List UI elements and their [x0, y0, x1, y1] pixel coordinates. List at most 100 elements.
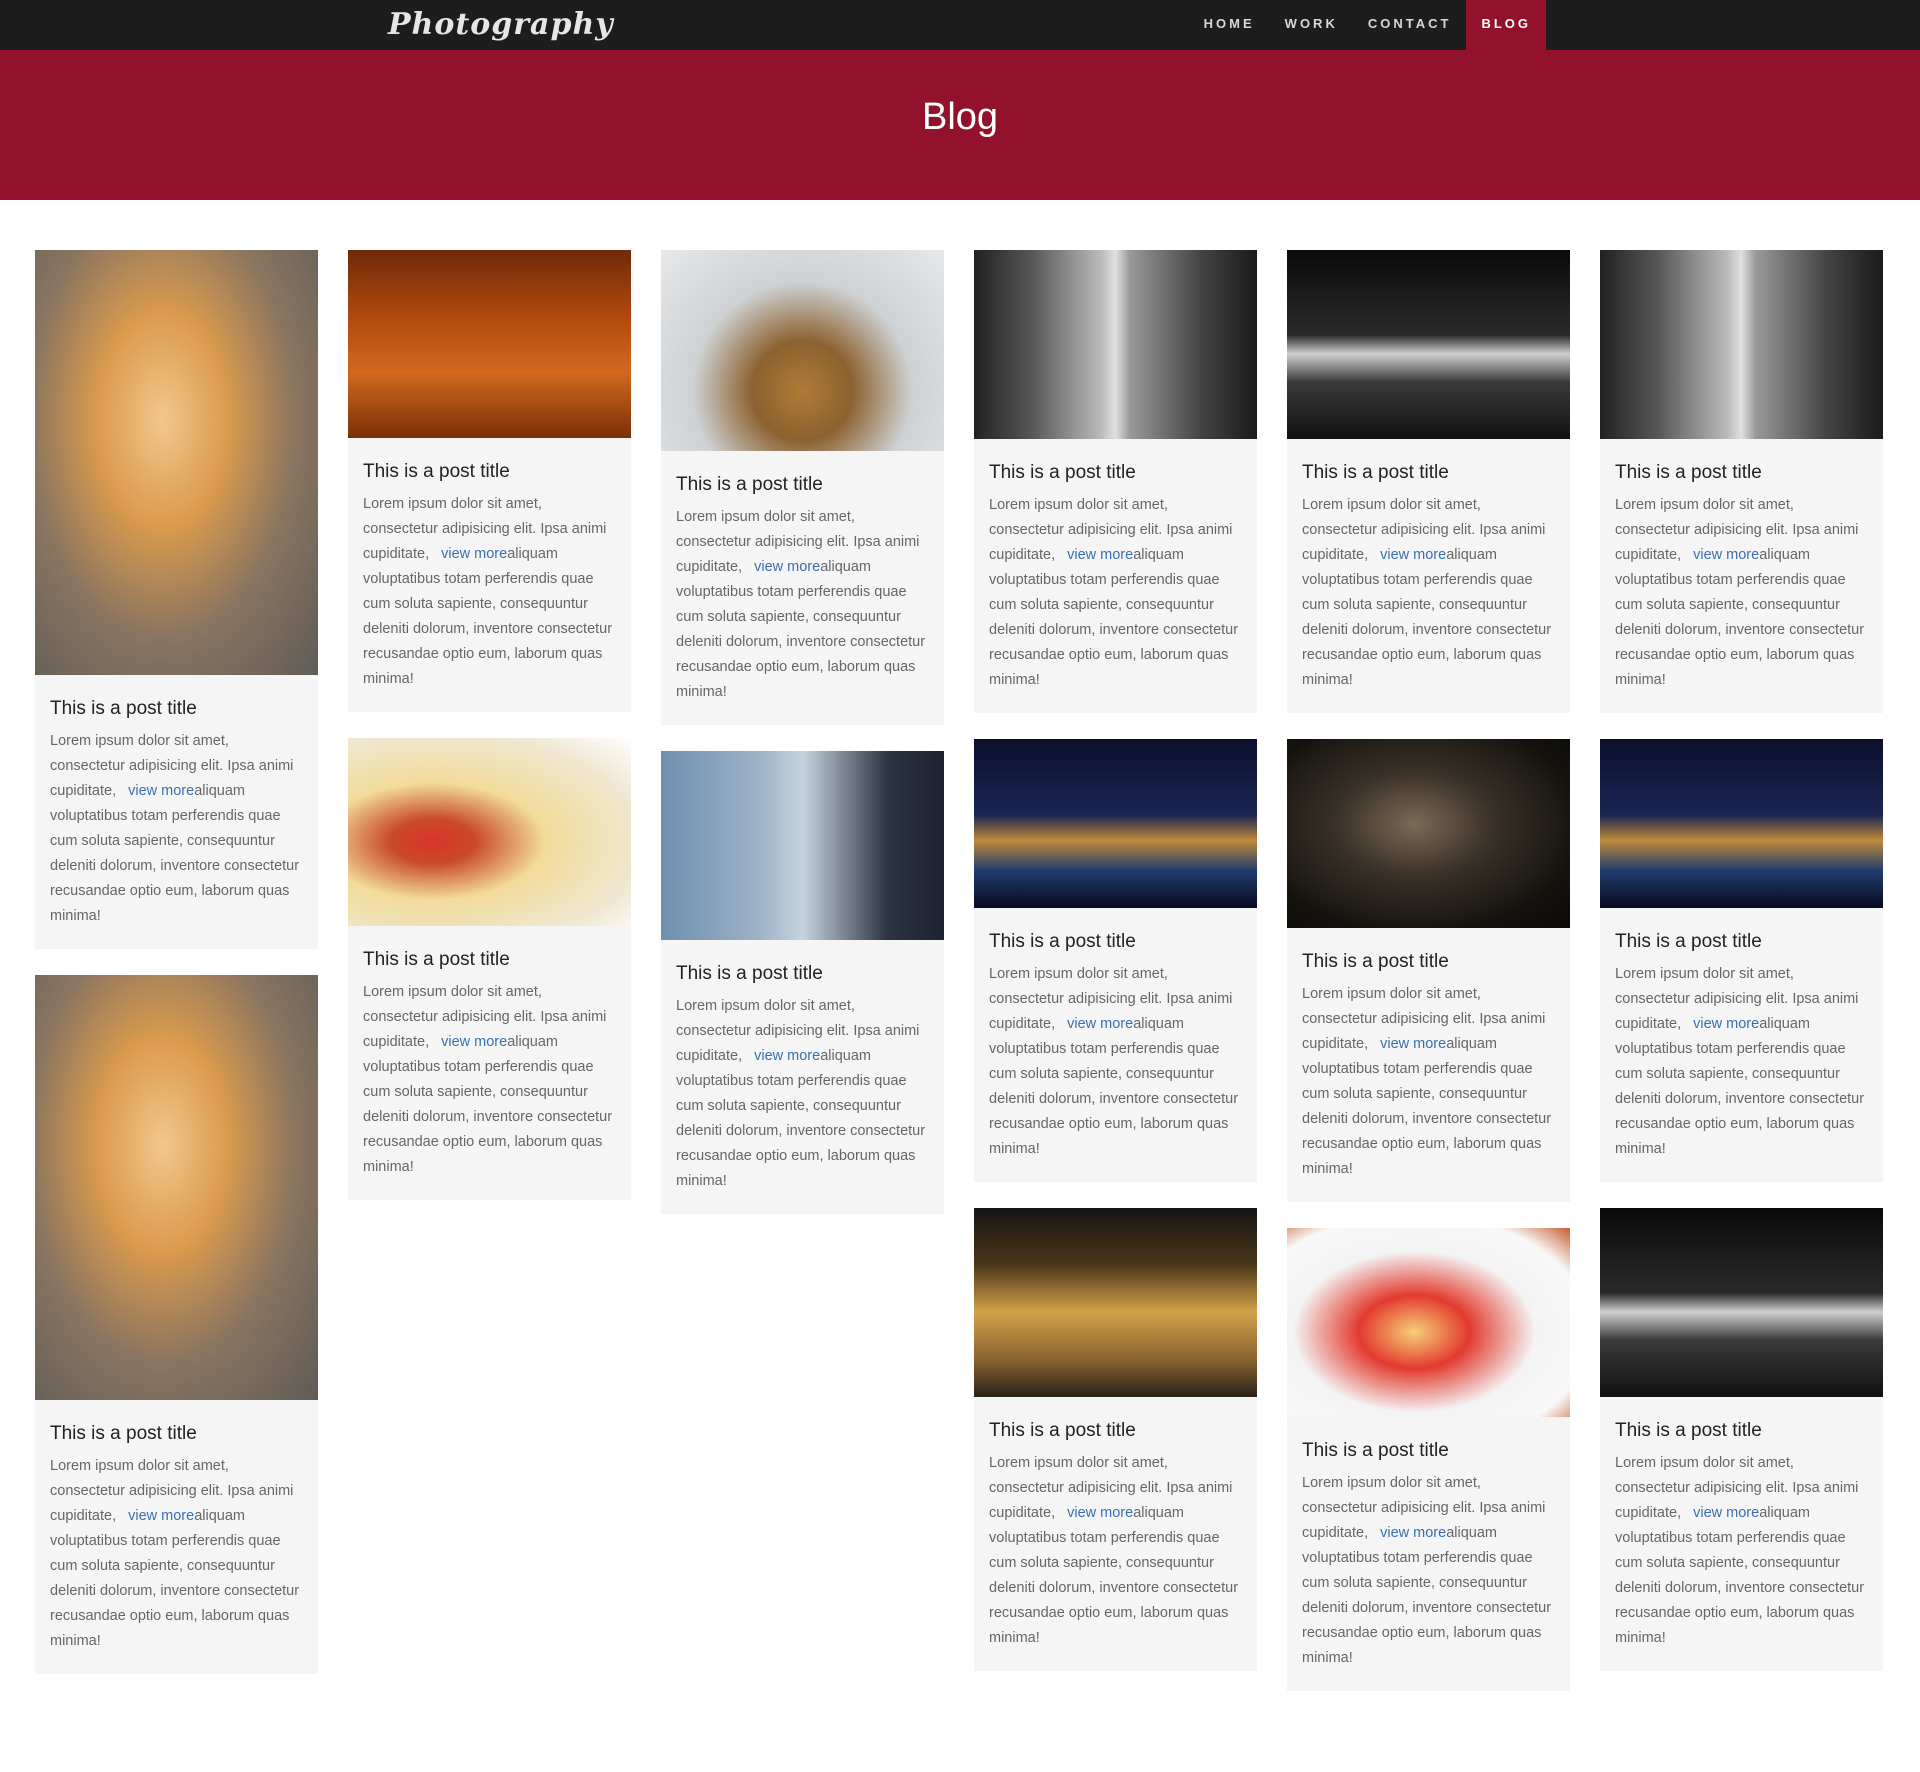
post-title[interactable]: This is a post title: [974, 908, 1257, 954]
post-excerpt: Lorem ipsum dolor sit amet, consectetur …: [1287, 485, 1570, 693]
post-card: This is a post title Lorem ipsum dolor s…: [348, 250, 631, 712]
post-column: This is a post title Lorem ipsum dolor s…: [35, 250, 318, 1674]
post-excerpt-text: aliquam voluptatibus totam perferendis q…: [1302, 547, 1552, 688]
post-card: This is a post title Lorem ipsum dolor s…: [1287, 739, 1570, 1202]
view-more-link[interactable]: view more: [1693, 547, 1759, 563]
view-more-link[interactable]: view more: [1067, 1016, 1133, 1032]
view-more-link[interactable]: view more: [441, 546, 507, 562]
post-card: This is a post title Lorem ipsum dolor s…: [348, 738, 631, 1200]
post-excerpt-text: aliquam voluptatibus totam perferendis q…: [676, 1048, 926, 1189]
post-excerpt-text: aliquam voluptatibus totam perferendis q…: [363, 546, 613, 687]
view-more-link[interactable]: view more: [1067, 1505, 1133, 1521]
big-ben-bw-photo[interactable]: [1600, 1208, 1883, 1397]
post-title[interactable]: This is a post title: [35, 1400, 318, 1446]
kitten-photo[interactable]: [35, 250, 318, 675]
post-title[interactable]: This is a post title: [35, 675, 318, 721]
view-more-link[interactable]: view more: [128, 1508, 194, 1524]
view-more-link[interactable]: view more: [1380, 547, 1446, 563]
post-title[interactable]: This is a post title: [1287, 928, 1570, 974]
post-excerpt: Lorem ipsum dolor sit amet, consectetur …: [35, 721, 318, 929]
nav-item-work[interactable]: WORK: [1270, 0, 1353, 50]
post-excerpt-text: aliquam voluptatibus totam perferendis q…: [50, 1508, 300, 1649]
skyscrapers-bw-photo[interactable]: [1600, 250, 1883, 439]
view-more-link[interactable]: view more: [441, 1034, 507, 1050]
nav-item-contact[interactable]: CONTACT: [1353, 0, 1467, 50]
post-card: This is a post title Lorem ipsum dolor s…: [974, 1208, 1257, 1671]
post-grid: This is a post title Lorem ipsum dolor s…: [35, 250, 1883, 1691]
post-excerpt-text: aliquam voluptatibus totam perferendis q…: [1615, 1016, 1865, 1157]
post-column: This is a post title Lorem ipsum dolor s…: [1287, 250, 1570, 1691]
nav-menu: HOME WORK CONTACT BLOG: [1189, 0, 1546, 50]
post-excerpt-text: aliquam voluptatibus totam perferendis q…: [50, 783, 300, 924]
post-excerpt-text: aliquam voluptatibus totam perferendis q…: [989, 547, 1239, 688]
person-in-fog-photo[interactable]: [661, 250, 944, 451]
post-title[interactable]: This is a post title: [974, 1397, 1257, 1443]
post-excerpt-text: aliquam voluptatibus totam perferendis q…: [1615, 1505, 1865, 1646]
post-excerpt: Lorem ipsum dolor sit amet, consectetur …: [1600, 954, 1883, 1162]
view-more-link[interactable]: view more: [754, 1048, 820, 1064]
view-more-link[interactable]: view more: [754, 559, 820, 575]
skyscrapers-bw-photo[interactable]: [974, 250, 1257, 439]
cheese-board-photo[interactable]: [348, 738, 631, 926]
view-more-link[interactable]: view more: [1693, 1016, 1759, 1032]
post-excerpt-text: aliquam voluptatibus totam perferendis q…: [989, 1016, 1239, 1157]
post-title[interactable]: This is a post title: [974, 439, 1257, 485]
post-excerpt: Lorem ipsum dolor sit amet, consectetur …: [1600, 485, 1883, 693]
post-excerpt-text: aliquam voluptatibus totam perferendis q…: [989, 1505, 1239, 1646]
post-card: This is a post title Lorem ipsum dolor s…: [974, 250, 1257, 713]
view-more-link[interactable]: view more: [1380, 1525, 1446, 1541]
post-excerpt-text: aliquam voluptatibus totam perferendis q…: [363, 1034, 613, 1175]
post-title[interactable]: This is a post title: [661, 940, 944, 986]
big-ben-bw-photo[interactable]: [1287, 250, 1570, 439]
tower-bridge-night-photo[interactable]: [1600, 739, 1883, 908]
hero-banner: Blog: [0, 50, 1920, 200]
train-interior-photo[interactable]: [661, 751, 944, 940]
navbar: Photography HOME WORK CONTACT BLOG: [0, 0, 1920, 50]
post-column: This is a post title Lorem ipsum dolor s…: [974, 250, 1257, 1671]
view-more-link[interactable]: view more: [1380, 1036, 1446, 1052]
post-card: This is a post title Lorem ipsum dolor s…: [1600, 1208, 1883, 1671]
post-excerpt-text: aliquam voluptatibus totam perferendis q…: [1302, 1036, 1552, 1177]
post-card: This is a post title Lorem ipsum dolor s…: [1600, 739, 1883, 1182]
post-card: This is a post title Lorem ipsum dolor s…: [1287, 250, 1570, 713]
post-card: This is a post title Lorem ipsum dolor s…: [35, 975, 318, 1674]
post-column: This is a post title Lorem ipsum dolor s…: [1600, 250, 1883, 1671]
post-title[interactable]: This is a post title: [1287, 439, 1570, 485]
nav-item-home[interactable]: HOME: [1189, 0, 1270, 50]
post-column: This is a post title Lorem ipsum dolor s…: [661, 250, 944, 1214]
cat-with-book-photo[interactable]: [1287, 739, 1570, 928]
post-card: This is a post title Lorem ipsum dolor s…: [1287, 1228, 1570, 1691]
post-title[interactable]: This is a post title: [1600, 908, 1883, 954]
post-title[interactable]: This is a post title: [1600, 1397, 1883, 1443]
post-card: This is a post title Lorem ipsum dolor s…: [35, 250, 318, 949]
post-excerpt: Lorem ipsum dolor sit amet, consectetur …: [348, 972, 631, 1180]
view-more-link[interactable]: view more: [1067, 547, 1133, 563]
post-column: This is a post title Lorem ipsum dolor s…: [348, 250, 631, 1200]
view-more-link[interactable]: view more: [128, 783, 194, 799]
autumn-bench-photo[interactable]: [348, 250, 631, 438]
strawberry-crepe-photo[interactable]: [1287, 1228, 1570, 1417]
page-title: Blog: [921, 96, 999, 138]
logo[interactable]: Photography: [388, 2, 614, 48]
post-excerpt: Lorem ipsum dolor sit amet, consectetur …: [1287, 1463, 1570, 1671]
tower-bridge-night-photo[interactable]: [974, 739, 1257, 908]
post-title[interactable]: This is a post title: [661, 451, 944, 497]
post-title[interactable]: This is a post title: [1287, 1417, 1570, 1463]
post-excerpt: Lorem ipsum dolor sit amet, consectetur …: [974, 1443, 1257, 1651]
post-excerpt-text: aliquam voluptatibus totam perferendis q…: [1615, 547, 1865, 688]
palace-night-photo[interactable]: [974, 1208, 1257, 1397]
post-title[interactable]: This is a post title: [1600, 439, 1883, 485]
post-excerpt-text: aliquam voluptatibus totam perferendis q…: [676, 559, 926, 700]
kitten-photo[interactable]: [35, 975, 318, 1400]
post-title[interactable]: This is a post title: [348, 438, 631, 484]
post-excerpt: Lorem ipsum dolor sit amet, consectetur …: [1600, 1443, 1883, 1651]
post-title[interactable]: This is a post title: [348, 926, 631, 972]
post-excerpt: Lorem ipsum dolor sit amet, consectetur …: [974, 954, 1257, 1162]
post-excerpt: Lorem ipsum dolor sit amet, consectetur …: [974, 485, 1257, 693]
post-excerpt: Lorem ipsum dolor sit amet, consectetur …: [348, 484, 631, 692]
post-card: This is a post title Lorem ipsum dolor s…: [661, 751, 944, 1214]
post-excerpt: Lorem ipsum dolor sit amet, consectetur …: [35, 1446, 318, 1654]
nav-item-blog[interactable]: BLOG: [1466, 0, 1546, 50]
post-card: This is a post title Lorem ipsum dolor s…: [1600, 250, 1883, 713]
view-more-link[interactable]: view more: [1693, 1505, 1759, 1521]
